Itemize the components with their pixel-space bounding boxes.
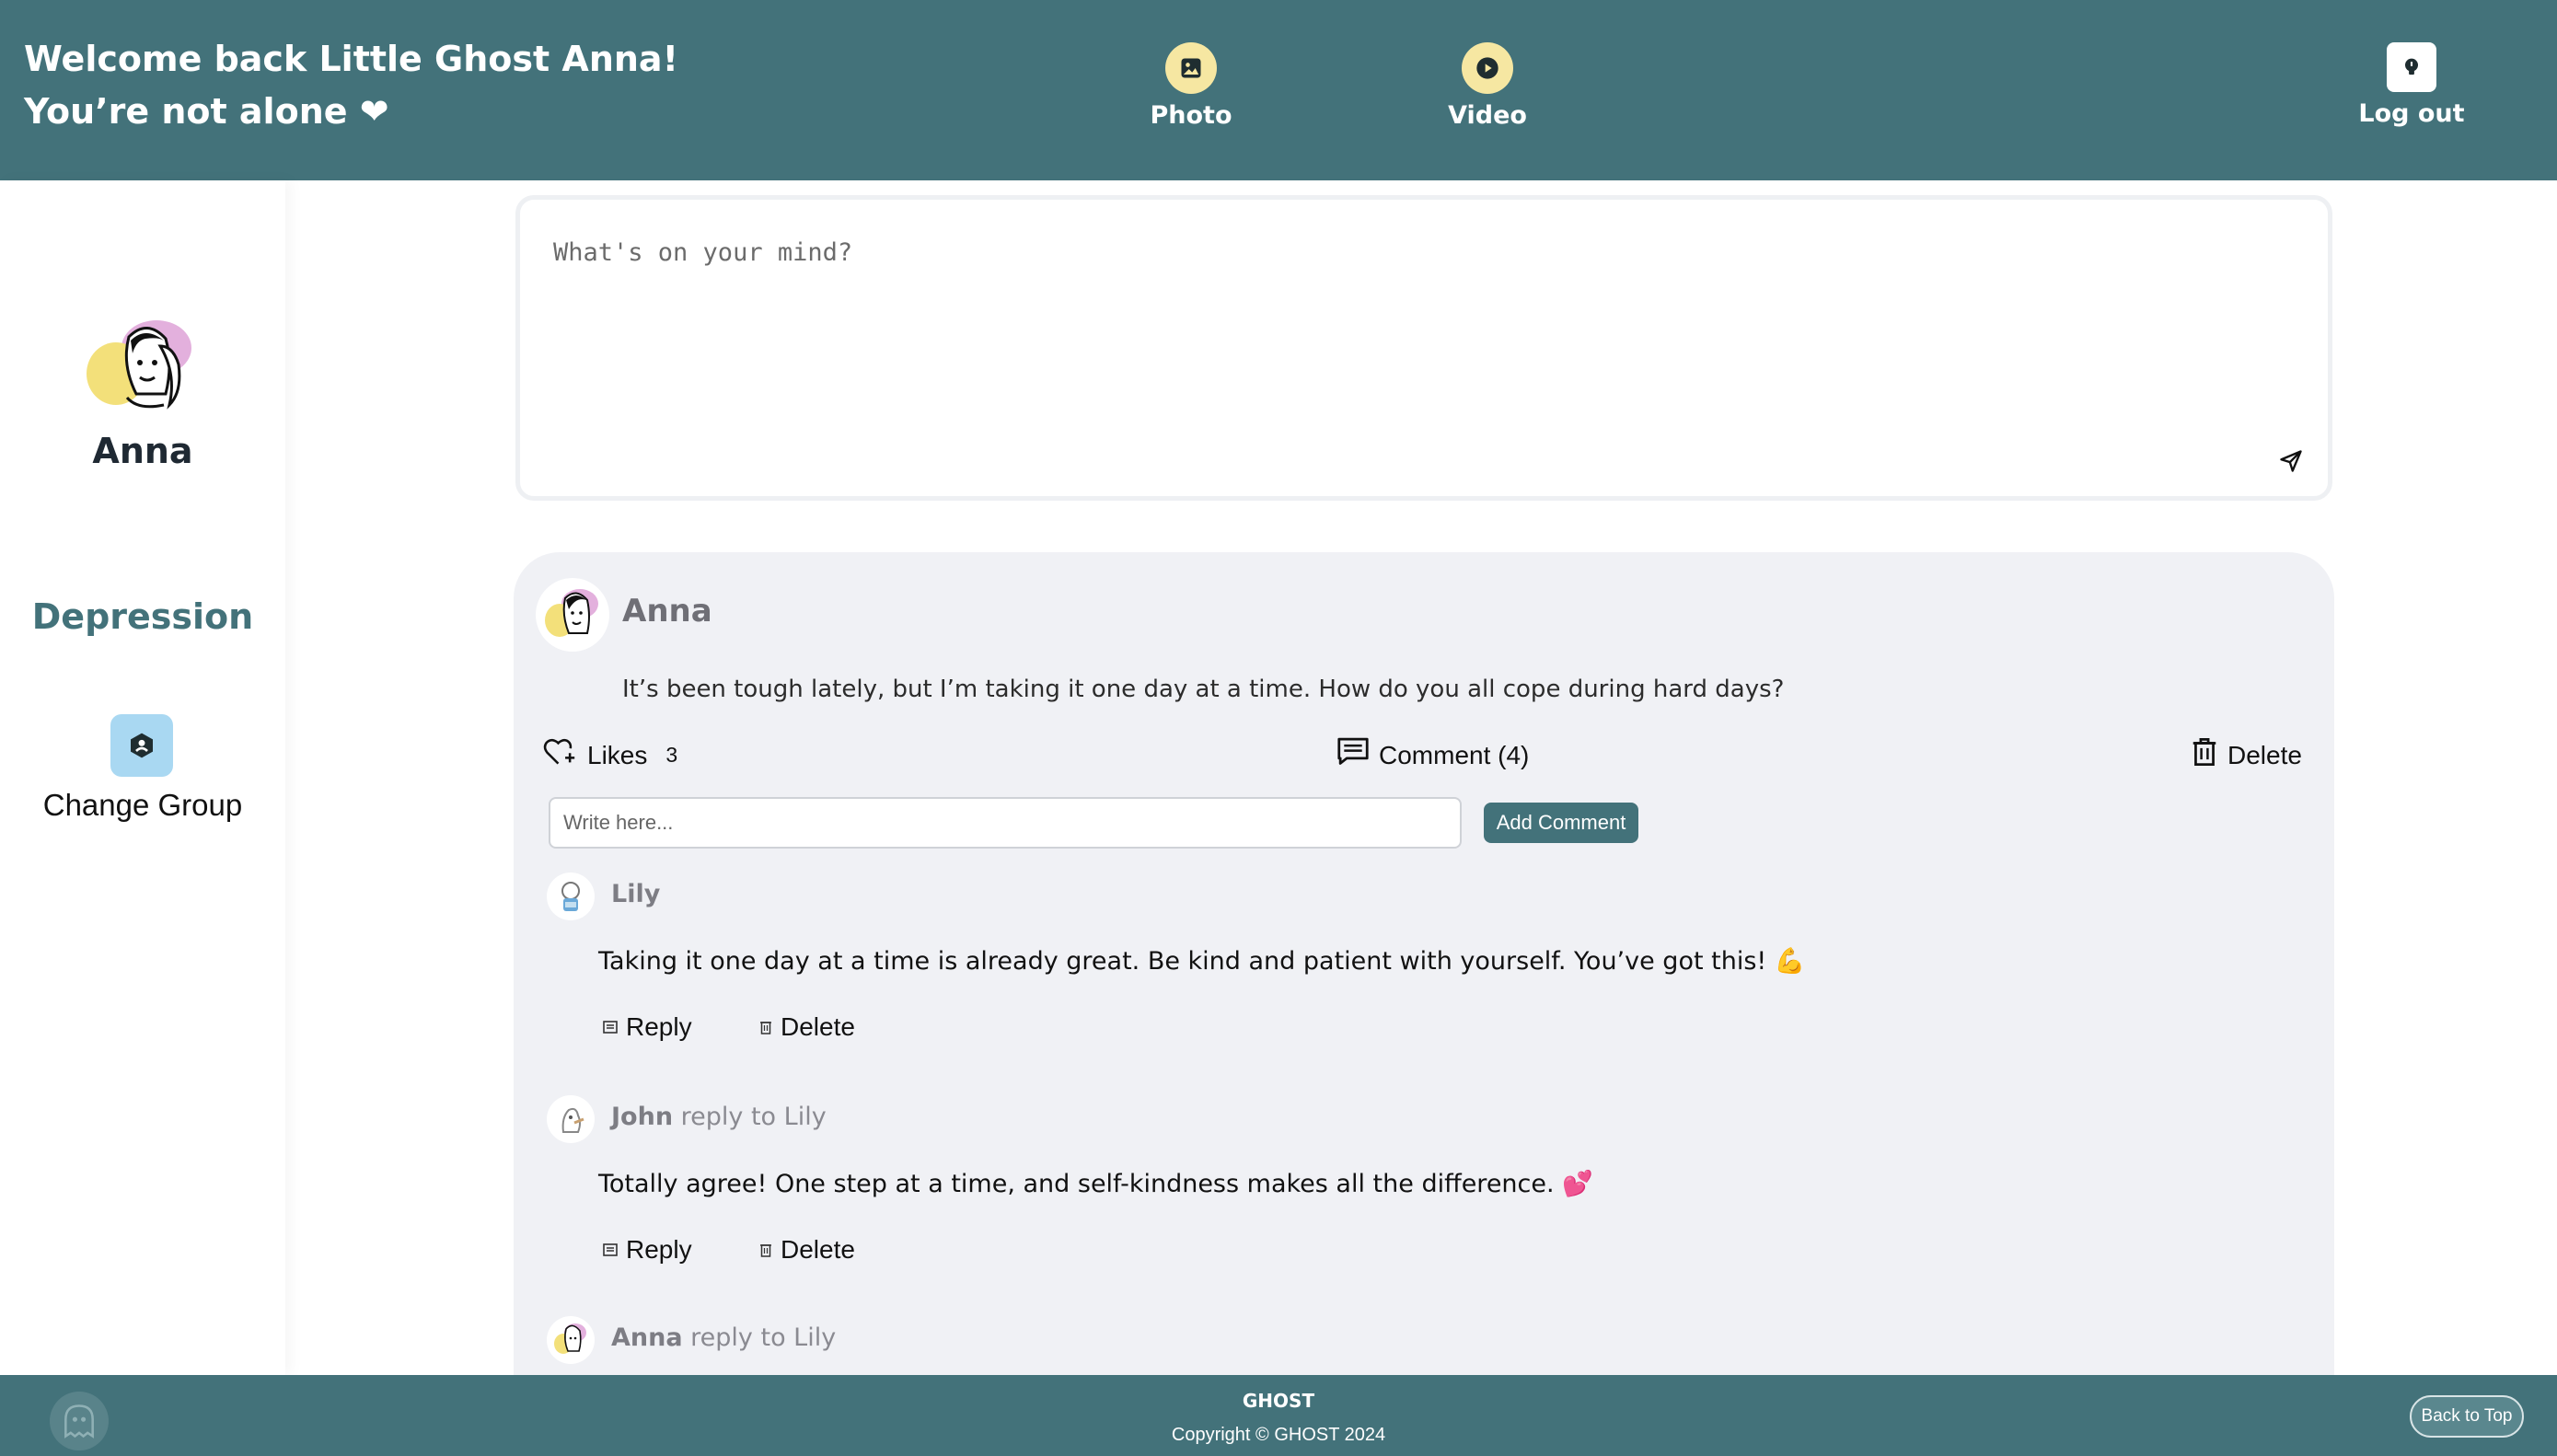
comment-header: Anna reply to Lily	[611, 1323, 836, 1352]
likes-label: Likes	[587, 740, 648, 769]
post-card: Anna It’s been tough lately, but I’m tak…	[514, 552, 2334, 1456]
nav-video-label: Video	[1448, 101, 1527, 130]
post-body: It’s been tough lately, but I’m taking i…	[622, 676, 1785, 703]
comment-header: Lily	[611, 880, 660, 908]
reply-to-label: reply to Lily	[680, 1103, 827, 1131]
back-to-top-button[interactable]: Back to Top	[2410, 1395, 2524, 1438]
post-composer	[515, 195, 2332, 501]
comment-author[interactable]: Anna	[611, 1323, 683, 1352]
footer-copyright: Copyright © GHOST 2024	[1171, 1425, 1386, 1445]
lightbulb-icon	[2387, 42, 2436, 92]
delete-comment-label: Delete	[781, 1235, 855, 1264]
group-switch-icon[interactable]	[110, 714, 173, 777]
sidebar: Anna Depression Change Group	[0, 180, 285, 1375]
current-group: Depression	[31, 596, 254, 637]
comment-label: Comment (4)	[1379, 740, 1530, 769]
reply-label: Reply	[626, 1235, 692, 1264]
change-group-button[interactable]: Change Group	[0, 788, 285, 823]
avatar	[81, 309, 201, 429]
photo-icon	[1165, 42, 1217, 94]
comment-avatar	[547, 872, 595, 920]
footer-title: GHOST	[1242, 1390, 1315, 1412]
reply-icon	[602, 1012, 619, 1042]
likes-count: 3	[665, 743, 678, 767]
nav-video-button[interactable]: Video	[1405, 42, 1570, 130]
comment-button[interactable]: Comment (4)	[1336, 736, 1529, 774]
comment-avatar	[547, 1316, 595, 1364]
send-icon[interactable]	[2273, 443, 2309, 480]
logout-label: Log out	[2358, 99, 2465, 128]
post-author-name[interactable]: Anna	[622, 593, 712, 630]
delete-comment-button[interactable]: Delete	[758, 1235, 855, 1265]
add-comment-button[interactable]: Add Comment	[1484, 803, 1638, 843]
comment-input[interactable]	[549, 797, 1462, 849]
trash-icon	[2191, 736, 2218, 774]
reply-button[interactable]: Reply	[602, 1012, 692, 1042]
nav-photo-button[interactable]: Photo	[1108, 42, 1274, 130]
comment-avatar	[547, 1095, 595, 1143]
delete-post-label: Delete	[2227, 740, 2302, 769]
post-author-avatar	[536, 578, 609, 652]
delete-comment-label: Delete	[781, 1012, 855, 1041]
comment-text: Totally agree! One step at a time, and s…	[598, 1170, 1593, 1198]
trash-icon	[758, 1235, 773, 1265]
heart-plus-icon	[543, 736, 578, 774]
comment-header: John reply to Lily	[611, 1103, 827, 1131]
reply-label: Reply	[626, 1012, 692, 1041]
reply-button[interactable]: Reply	[602, 1235, 692, 1265]
welcome-line-1: Welcome back Little Ghost Anna!	[24, 39, 678, 79]
like-button[interactable]: Likes 3	[543, 736, 677, 774]
top-header: Welcome back Little Ghost Anna! You’re n…	[0, 0, 2557, 180]
comment-author[interactable]: John	[611, 1103, 673, 1131]
reply-icon	[602, 1235, 619, 1265]
delete-comment-button[interactable]: Delete	[758, 1012, 855, 1042]
footer: GHOST Copyright © GHOST 2024 Back to Top	[0, 1375, 2557, 1456]
delete-post-button[interactable]: Delete	[2191, 736, 2302, 774]
post-input[interactable]	[553, 238, 2210, 422]
nav-photo-label: Photo	[1150, 101, 1232, 130]
comment-author[interactable]: Lily	[611, 880, 660, 908]
comment-text: Taking it one day at a time is already g…	[598, 947, 1806, 976]
welcome-message: Welcome back Little Ghost Anna! You’re n…	[24, 33, 678, 138]
play-icon	[1462, 42, 1513, 94]
welcome-line-2: You’re not alone ❤	[24, 91, 389, 132]
sidebar-username: Anna	[92, 431, 193, 471]
logout-button[interactable]: Log out	[2329, 42, 2494, 128]
trash-icon	[758, 1012, 773, 1042]
comment-icon	[1336, 736, 1370, 774]
reply-to-label: reply to Lily	[690, 1323, 837, 1352]
